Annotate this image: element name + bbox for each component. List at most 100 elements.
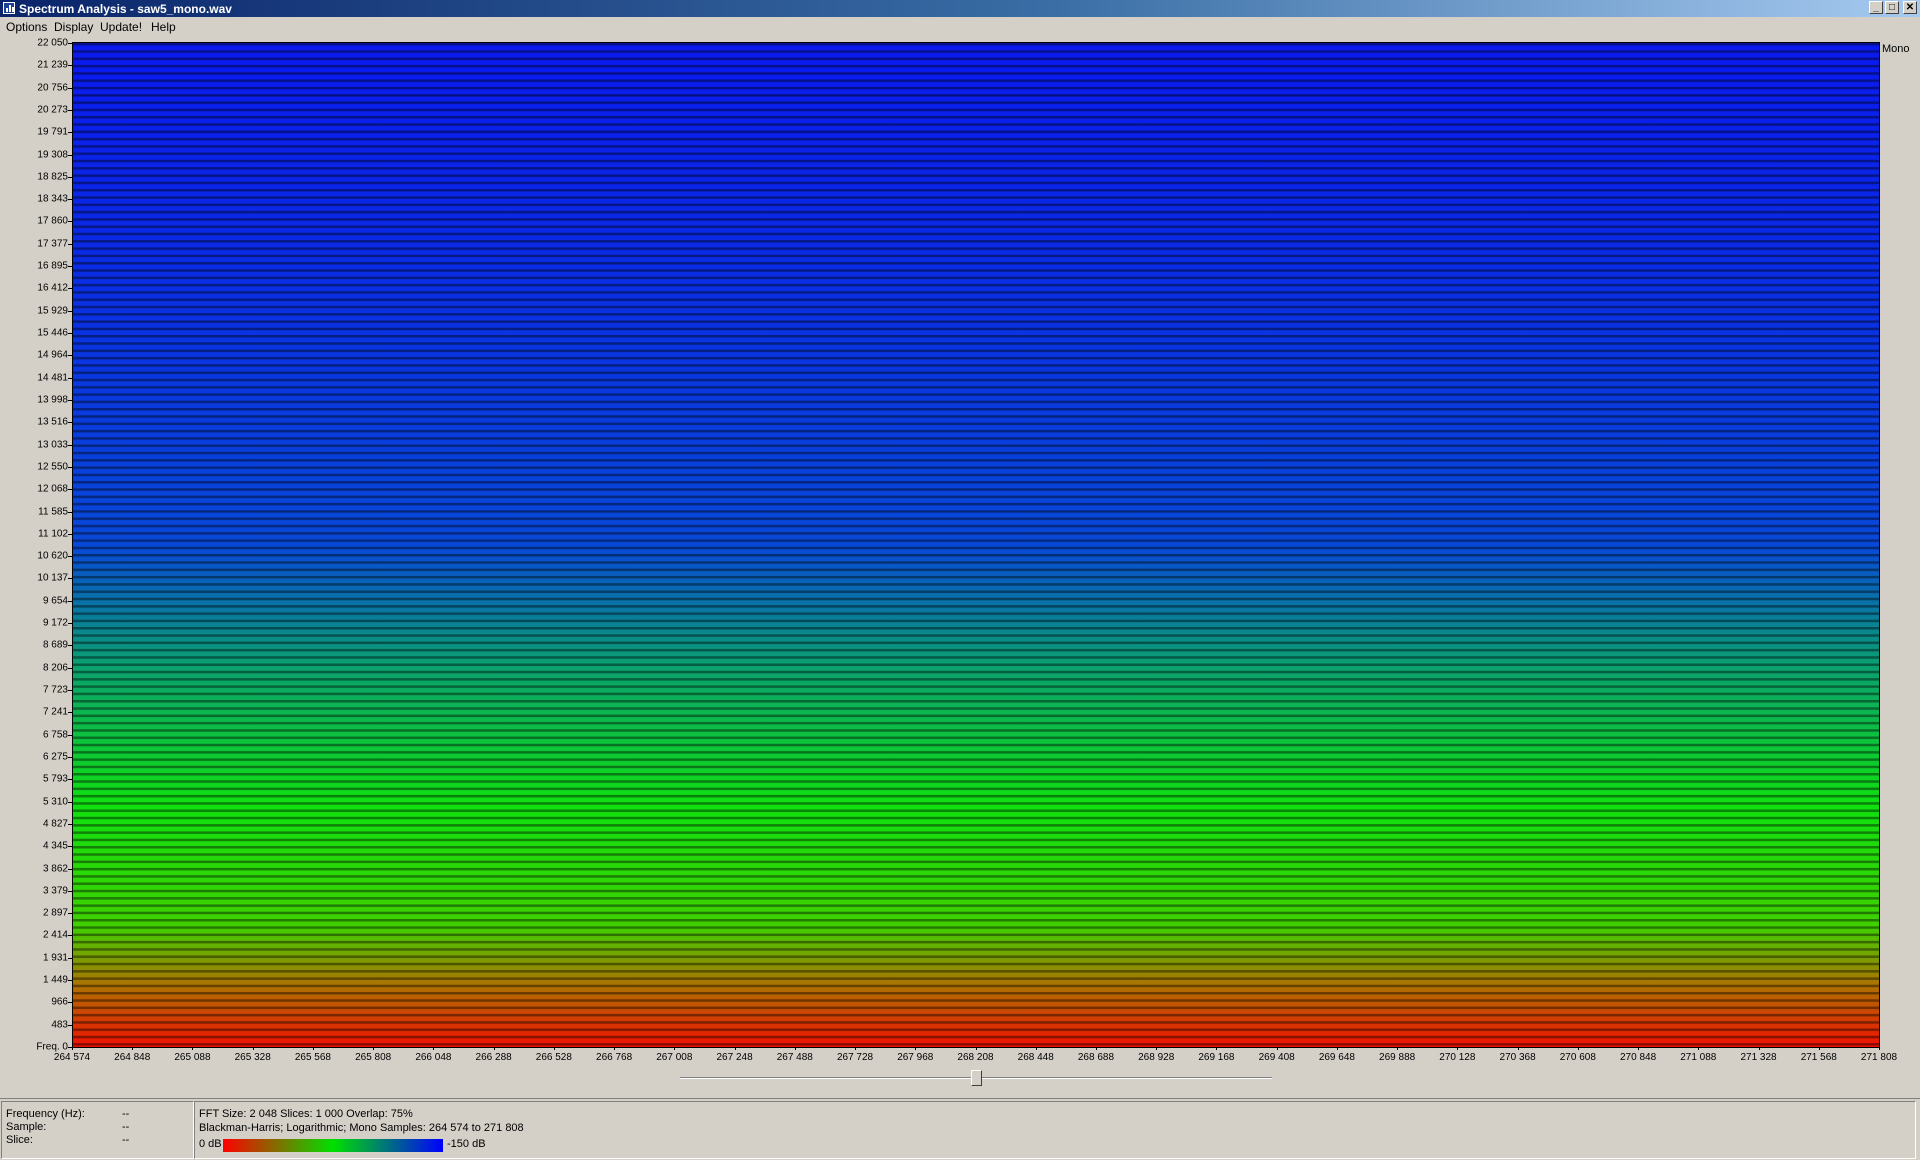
sample-tick-label: 266 048 xyxy=(415,1052,452,1063)
frequency-tick-label: 6 275 xyxy=(42,751,68,763)
slice-label: Slice: xyxy=(6,1134,33,1146)
frequency-tick-label: 8 206 xyxy=(42,662,68,674)
menu-bar: Options Display Update! Help xyxy=(0,17,1920,36)
sample-tick-label: 266 288 xyxy=(475,1052,512,1063)
close-button[interactable]: ✕ xyxy=(1903,1,1917,14)
sample-tick-label: 265 328 xyxy=(234,1052,271,1063)
color-scale-legend xyxy=(223,1139,443,1152)
sample-tick-label: 265 568 xyxy=(294,1052,331,1063)
frequency-tick-label: 22 050 xyxy=(37,37,68,49)
sample-tick-label: 267 248 xyxy=(716,1052,753,1063)
sample-tick-label: 266 768 xyxy=(596,1052,633,1063)
frequency-tick-label: 18 825 xyxy=(37,171,68,183)
sample-tick-label: 270 128 xyxy=(1439,1052,1476,1063)
frequency-tick-label: 1 449 xyxy=(42,974,68,986)
frequency-tick-label: 966 xyxy=(51,996,68,1008)
menu-display[interactable]: Display xyxy=(54,20,93,34)
sample-tick-label: 267 008 xyxy=(656,1052,693,1063)
menu-options[interactable]: Options xyxy=(6,20,47,34)
sample-tick-label: 269 408 xyxy=(1258,1052,1295,1063)
sample-label: Sample: xyxy=(6,1121,47,1133)
status-bar: Frequency (Hz): -- Sample: -- Slice: -- … xyxy=(0,1098,1920,1160)
legend-min-label: 0 dB xyxy=(199,1138,222,1150)
frequency-tick-label: 20 273 xyxy=(37,104,68,116)
channel-label: Mono xyxy=(1882,43,1910,55)
restore-button[interactable]: □ xyxy=(1885,1,1899,14)
frequency-value: -- xyxy=(122,1108,130,1120)
sample-tick-label: 269 168 xyxy=(1198,1052,1235,1063)
cursor-info-panel: Frequency (Hz): -- Sample: -- Slice: -- xyxy=(1,1101,194,1159)
legend-max-label: -150 dB xyxy=(447,1138,486,1150)
sample-tick-label: 270 368 xyxy=(1499,1052,1536,1063)
menu-help[interactable]: Help xyxy=(151,20,176,34)
frequency-tick-label: 5 310 xyxy=(42,796,68,808)
scroll-thumb[interactable] xyxy=(970,1070,982,1086)
spectrogram-plot[interactable] xyxy=(72,42,1880,1048)
frequency-tick-label: 1 931 xyxy=(42,952,68,964)
sample-value: -- xyxy=(122,1121,130,1133)
frequency-tick-label: 2 414 xyxy=(42,929,68,941)
frequency-tick-label: 13 033 xyxy=(37,439,68,451)
sample-tick-label: 269 648 xyxy=(1318,1052,1355,1063)
frequency-tick-label: 17 860 xyxy=(37,215,68,227)
sample-tick-label: 270 608 xyxy=(1559,1052,1596,1063)
frequency-tick-label: Freq. 0 xyxy=(36,1041,68,1053)
frequency-tick-label: 3 379 xyxy=(42,885,68,897)
frequency-tick-label: 19 308 xyxy=(37,149,68,161)
sample-tick-label: 269 888 xyxy=(1379,1052,1416,1063)
sample-tick-label: 267 488 xyxy=(776,1052,813,1063)
sample-tick-label: 270 848 xyxy=(1619,1052,1657,1063)
frequency-tick-label: 2 897 xyxy=(42,907,68,919)
sample-tick-label: 268 688 xyxy=(1077,1052,1115,1063)
frequency-tick-label: 4 345 xyxy=(42,840,68,852)
frequency-tick-label: 7 241 xyxy=(42,706,68,718)
sample-tick-label: 268 928 xyxy=(1138,1052,1175,1063)
frequency-tick-label: 12 550 xyxy=(37,461,68,473)
minimize-button[interactable]: _ xyxy=(1869,1,1883,14)
frequency-tick-label: 483 xyxy=(51,1019,68,1031)
sample-tick-label: 265 088 xyxy=(174,1052,211,1063)
frequency-tick-label: 13 516 xyxy=(37,416,68,428)
fft-summary: FFT Size: 2 048 Slices: 1 000 Overlap: 7… xyxy=(199,1108,413,1120)
window-summary: Blackman-Harris; Logarithmic; Mono Sampl… xyxy=(199,1122,524,1134)
slice-value: -- xyxy=(122,1134,130,1146)
sample-tick-label: 264 574 xyxy=(53,1052,91,1063)
frequency-tick-label: 16 895 xyxy=(37,260,68,272)
frequency-tick-label: 15 446 xyxy=(37,327,68,339)
frequency-tick-label: 20 756 xyxy=(37,82,68,94)
menu-update[interactable]: Update! xyxy=(100,20,142,34)
frequency-tick-label: 9 172 xyxy=(42,617,68,629)
title-bar: Spectrum Analysis - saw5_mono.wav _ □ ✕ xyxy=(0,0,1920,17)
frequency-tick-label: 13 998 xyxy=(37,394,68,406)
sample-tick-label: 267 968 xyxy=(897,1052,934,1063)
frequency-tick-label: 7 723 xyxy=(42,684,68,696)
sample-tick-label: 268 208 xyxy=(957,1052,994,1063)
sample-tick-label: 265 808 xyxy=(355,1052,392,1063)
analysis-details-panel: FFT Size: 2 048 Slices: 1 000 Overlap: 7… xyxy=(194,1101,1916,1159)
window-title: Spectrum Analysis - saw5_mono.wav xyxy=(19,2,232,16)
sample-tick-label: 271 088 xyxy=(1680,1052,1717,1063)
frequency-label: Frequency (Hz): xyxy=(6,1108,85,1120)
frequency-tick-label: 5 793 xyxy=(42,773,68,785)
frequency-tick-label: 11 102 xyxy=(38,528,68,540)
frequency-tick-label: 17 377 xyxy=(37,238,68,250)
sample-tick-label: 264 848 xyxy=(114,1052,151,1063)
sample-tick-label: 266 528 xyxy=(535,1052,572,1063)
sample-tick-label: 271 568 xyxy=(1800,1052,1837,1063)
frequency-tick-label: 18 343 xyxy=(37,193,68,205)
sample-tick-label: 267 728 xyxy=(836,1052,874,1063)
frequency-tick-label: 15 929 xyxy=(37,305,68,317)
frequency-tick-label: 8 689 xyxy=(42,639,68,651)
frequency-tick-label: 6 758 xyxy=(42,729,68,741)
frequency-tick-label: 19 791 xyxy=(37,126,68,138)
frequency-tick-label: 16 412 xyxy=(37,282,68,294)
app-icon[interactable] xyxy=(3,2,15,14)
sample-tick-label: 271 328 xyxy=(1740,1052,1777,1063)
frequency-tick-label: 3 862 xyxy=(42,863,68,874)
frequency-tick-label: 11 585 xyxy=(38,506,68,518)
frequency-tick-label: 21 239 xyxy=(37,59,68,71)
frequency-tick-label: 10 137 xyxy=(37,572,68,584)
sample-tick-label: 271 808 xyxy=(1860,1052,1898,1063)
frequency-tick-label: 4 827 xyxy=(42,818,68,830)
frequency-tick-label: 10 620 xyxy=(37,550,68,562)
